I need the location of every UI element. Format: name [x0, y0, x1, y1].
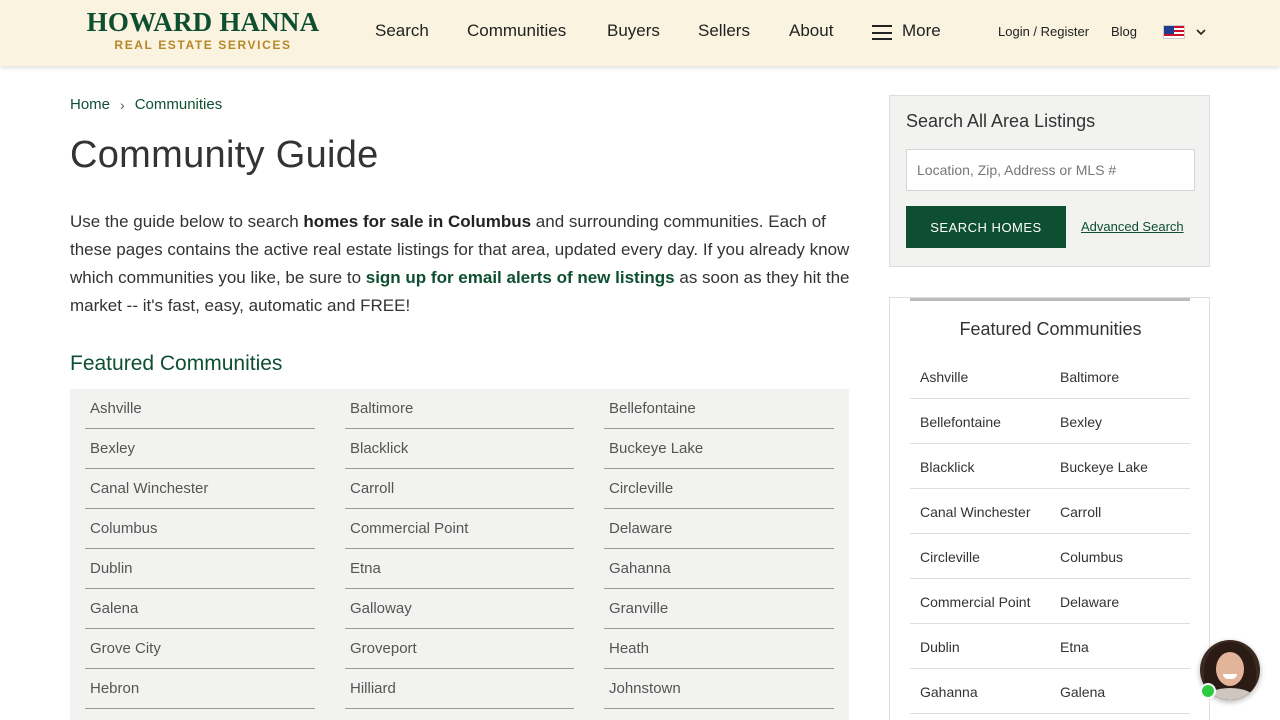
- sidebar-community-link[interactable]: Blacklick: [920, 444, 974, 489]
- community-link[interactable]: Circleville: [604, 469, 834, 509]
- divider: [910, 298, 1190, 301]
- community-link[interactable]: Hilliard: [345, 669, 574, 709]
- community-link[interactable]: Baltimore: [345, 389, 574, 429]
- nav-communities[interactable]: Communities: [467, 21, 566, 41]
- community-link[interactable]: Galena: [85, 589, 315, 629]
- sidebar-community-link[interactable]: Delaware: [1060, 579, 1119, 624]
- sidebar-community-link[interactable]: Galena: [1060, 669, 1105, 714]
- community-link[interactable]: Gahanna: [604, 549, 834, 589]
- chevron-down-icon[interactable]: [1195, 26, 1207, 38]
- site-header: HOWARD HANNA REAL ESTATE SERVICES Search…: [0, 0, 1280, 66]
- breadcrumb-home[interactable]: Home: [70, 96, 110, 113]
- sidebar-community-link[interactable]: Circleville: [920, 534, 980, 579]
- email-alerts-link[interactable]: sign up for email alerts of new listings: [366, 268, 675, 287]
- community-link[interactable]: Carroll: [345, 469, 574, 509]
- nav-buyers[interactable]: Buyers: [607, 21, 660, 41]
- sidebar-community-link[interactable]: Baltimore: [1060, 354, 1119, 399]
- community-link[interactable]: Delaware: [604, 509, 834, 549]
- community-link[interactable]: Bellefontaine: [604, 389, 834, 429]
- community-link[interactable]: Canal Winchester: [85, 469, 315, 509]
- sidebar-row: Canal Winchester Carroll: [910, 489, 1190, 534]
- logo-main-text: HOWARD HANNA: [86, 7, 320, 37]
- community-link[interactable]: Johnstown: [604, 669, 834, 709]
- sidebar-community-link[interactable]: Columbus: [1060, 534, 1123, 579]
- us-flag-icon[interactable]: [1163, 25, 1185, 39]
- advanced-search-link[interactable]: Advanced Search: [1081, 219, 1184, 234]
- nav-sellers[interactable]: Sellers: [698, 21, 750, 41]
- nav-more[interactable]: More: [902, 21, 941, 41]
- community-link[interactable]: Columbus: [85, 509, 315, 549]
- sidebar-community-link[interactable]: Carroll: [1060, 489, 1101, 534]
- homes-for-sale-text[interactable]: homes for sale in Columbus: [303, 212, 531, 231]
- featured-communities-grid: Ashville Bexley Canal Winchester Columbu…: [70, 389, 849, 720]
- community-link[interactable]: Heath: [604, 629, 834, 669]
- grid-column: Bellefontaine Buckeye Lake Circleville D…: [604, 389, 834, 709]
- community-link[interactable]: Galloway: [345, 589, 574, 629]
- sidebar-featured-communities: Featured Communities Ashville Baltimore …: [889, 297, 1210, 720]
- sidebar-community-link[interactable]: Bexley: [1060, 399, 1102, 444]
- sidebar-community-link[interactable]: Ashville: [920, 354, 968, 399]
- logo[interactable]: HOWARD HANNA REAL ESTATE SERVICES: [70, 8, 336, 52]
- sidebar-community-link[interactable]: Commercial Point: [920, 579, 1030, 624]
- search-input[interactable]: [906, 149, 1195, 191]
- community-link[interactable]: Granville: [604, 589, 834, 629]
- search-panel: Search All Area Listings SEARCH HOMES Ad…: [889, 95, 1210, 267]
- sidebar-row: Bellefontaine Bexley: [910, 399, 1190, 444]
- breadcrumb-separator-icon: ›: [120, 96, 125, 113]
- hamburger-icon[interactable]: [872, 25, 892, 40]
- logo-sub-text: REAL ESTATE SERVICES: [114, 38, 292, 52]
- community-link[interactable]: Grove City: [85, 629, 315, 669]
- grid-column: Baltimore Blacklick Carroll Commercial P…: [345, 389, 574, 709]
- nav-search[interactable]: Search: [375, 21, 429, 41]
- sidebar-featured-title: Featured Communities: [959, 319, 1142, 339]
- sidebar-community-link[interactable]: Bellefontaine: [920, 399, 1001, 444]
- grid-column: Ashville Bexley Canal Winchester Columbu…: [85, 389, 315, 709]
- search-homes-button[interactable]: SEARCH HOMES: [906, 206, 1066, 248]
- featured-communities-heading: Featured Communities: [70, 352, 283, 375]
- nav-about[interactable]: About: [789, 21, 833, 41]
- sidebar-community-link[interactable]: Buckeye Lake: [1060, 444, 1148, 489]
- sidebar-row: Blacklick Buckeye Lake: [910, 444, 1190, 489]
- login-register-link[interactable]: Login / Register: [998, 24, 1089, 39]
- sidebar-row: Dublin Etna: [910, 624, 1190, 669]
- sidebar-row: Gahanna Galena: [910, 669, 1190, 714]
- sidebar-row: Ashville Baltimore: [910, 354, 1190, 399]
- search-panel-title: Search All Area Listings: [906, 111, 1096, 131]
- breadcrumb-current[interactable]: Communities: [135, 96, 223, 113]
- community-link[interactable]: Etna: [345, 549, 574, 589]
- sidebar-row: Circleville Columbus: [910, 534, 1190, 579]
- sidebar-community-link[interactable]: Etna: [1060, 624, 1089, 669]
- online-status-icon: [1200, 683, 1216, 699]
- sidebar-community-link[interactable]: Gahanna: [920, 669, 978, 714]
- breadcrumb: Home › Communities: [70, 96, 222, 113]
- intro-paragraph: Use the guide below to search homes for …: [70, 212, 850, 315]
- community-link[interactable]: Blacklick: [345, 429, 574, 469]
- blog-link[interactable]: Blog: [1111, 24, 1137, 39]
- community-link[interactable]: Groveport: [345, 629, 574, 669]
- community-link[interactable]: Buckeye Lake: [604, 429, 834, 469]
- community-link[interactable]: Bexley: [85, 429, 315, 469]
- community-link[interactable]: Hebron: [85, 669, 315, 709]
- community-link[interactable]: Dublin: [85, 549, 315, 589]
- sidebar-community-link[interactable]: Canal Winchester: [920, 489, 1031, 534]
- sidebar-row: Commercial Point Delaware: [910, 579, 1190, 624]
- sidebar-community-link[interactable]: Dublin: [920, 624, 960, 669]
- community-link[interactable]: Commercial Point: [345, 509, 574, 549]
- community-link[interactable]: Ashville: [85, 389, 315, 429]
- page-title: Community Guide: [70, 134, 379, 176]
